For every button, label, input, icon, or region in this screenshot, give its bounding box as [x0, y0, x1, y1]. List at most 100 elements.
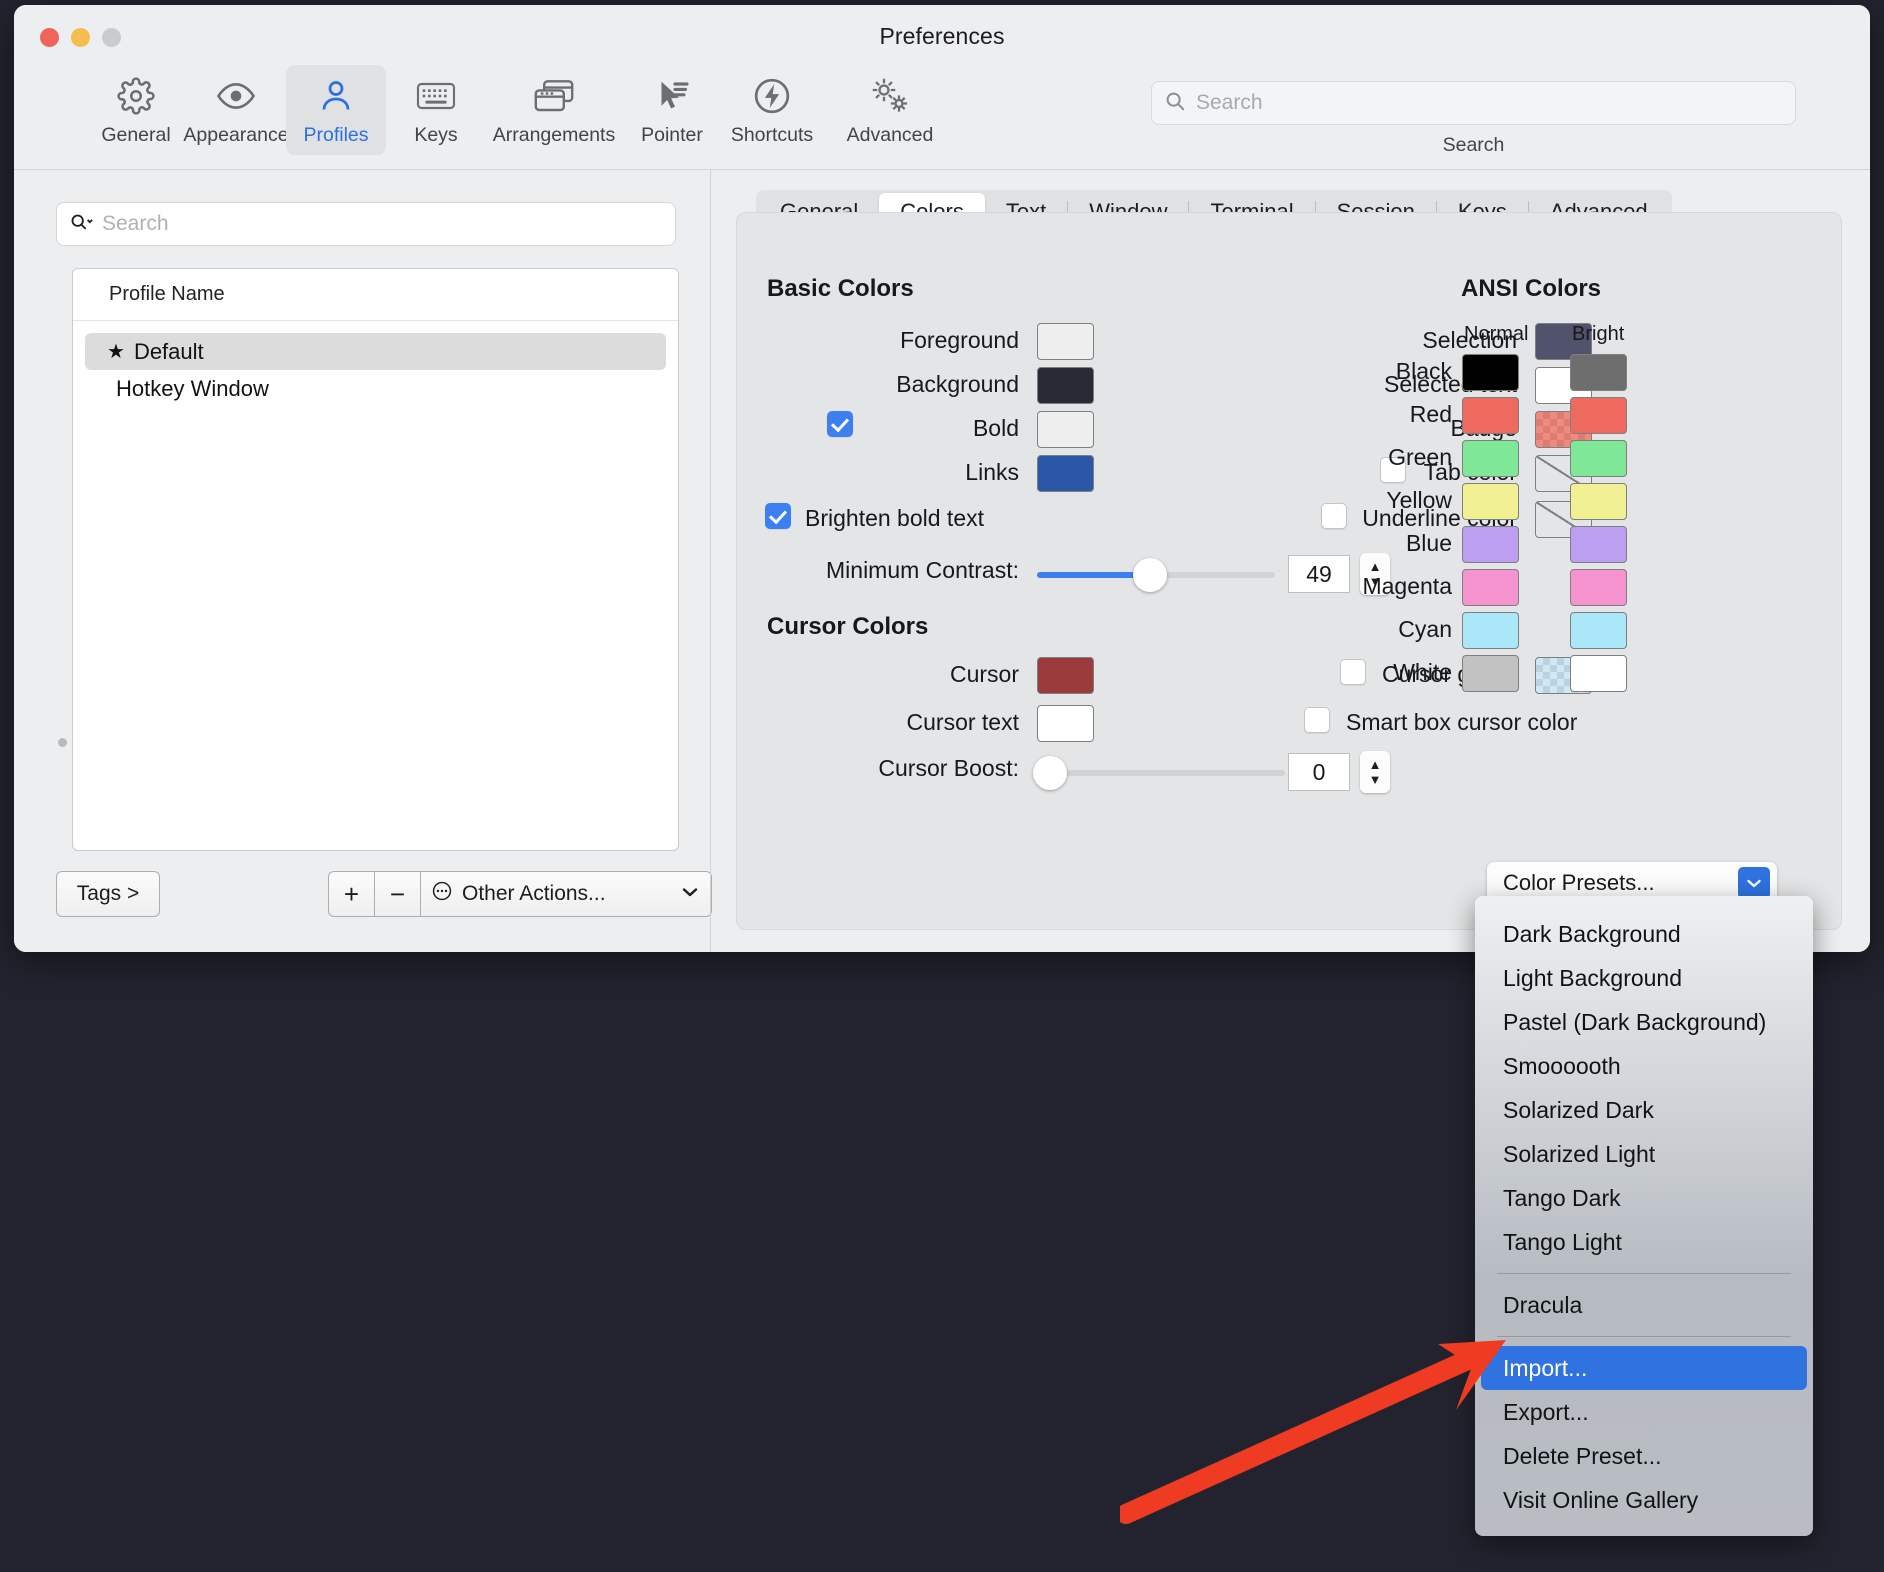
toolbar-search-caption: Search: [1442, 134, 1505, 156]
cursor-boost-label: Cursor Boost:: [878, 755, 1019, 781]
ansi-blue-normal[interactable]: [1462, 526, 1519, 563]
ansi-red-bright[interactable]: [1570, 397, 1627, 434]
sidebar-footer: Tags > + − Other Actions...: [56, 870, 712, 918]
color-presets-label: Color Presets...: [1503, 870, 1655, 895]
ansi-label-magenta: Magenta: [1362, 573, 1452, 599]
toolbar-item-profiles-label: Profiles: [303, 124, 369, 146]
ansi-white-bright[interactable]: [1570, 655, 1627, 692]
menu-separator: [1497, 1273, 1791, 1274]
toolbar-item-arrangements[interactable]: Arrangements: [486, 65, 622, 155]
toolbar-search-box[interactable]: [1151, 81, 1796, 125]
cursor-boost-value[interactable]: 0: [1288, 753, 1350, 791]
minimum-contrast-slider-thumb[interactable]: [1133, 558, 1167, 592]
profile-search-input[interactable]: [102, 212, 663, 236]
menu-item-tango-dark[interactable]: Tango Dark: [1475, 1176, 1813, 1220]
preferences-window: Preferences General Appearance Profiles …: [14, 5, 1870, 952]
toolbar-item-advanced[interactable]: Advanced: [822, 65, 958, 155]
toolbar-item-keys[interactable]: Keys: [386, 65, 486, 155]
keyboard-icon: [416, 75, 456, 117]
eye-icon: [216, 75, 256, 117]
ansi-label-green: Green: [1388, 444, 1452, 470]
other-actions-button[interactable]: Other Actions...: [420, 871, 712, 917]
cursor-boost-slider-thumb[interactable]: [1033, 756, 1067, 790]
ansi-black-normal[interactable]: [1462, 354, 1519, 391]
links-label: Links: [965, 459, 1019, 485]
ansi-magenta-bright[interactable]: [1570, 569, 1627, 606]
menu-item-dark-background[interactable]: Dark Background: [1475, 912, 1813, 956]
toolbar-item-shortcuts-label: Shortcuts: [730, 124, 814, 146]
cursor-boost-slider[interactable]: [1033, 756, 1285, 790]
basic-colors-title: Basic Colors: [767, 275, 914, 302]
annotation-arrow: [1120, 1340, 1506, 1524]
smart-box-cursor-color-checkbox[interactable]: [1304, 707, 1330, 733]
add-profile-button[interactable]: +: [328, 871, 374, 917]
menu-item-pastel-dark-background[interactable]: Pastel (Dark Background): [1475, 1000, 1813, 1044]
profile-settings-pane: General Colors Text Window Terminal Sess…: [714, 170, 1870, 952]
ansi-magenta-normal[interactable]: [1462, 569, 1519, 606]
person-icon: [318, 75, 354, 117]
stepper-up-icon[interactable]: ▲: [1369, 560, 1382, 573]
menu-item-light-background[interactable]: Light Background: [1475, 956, 1813, 1000]
chevron-down-icon[interactable]: [1738, 867, 1770, 899]
ansi-white-normal[interactable]: [1462, 655, 1519, 692]
ansi-green-bright[interactable]: [1570, 440, 1627, 477]
cursor-icon: [654, 75, 690, 117]
screen: Preferences General Appearance Profiles …: [0, 0, 1884, 1572]
tags-button[interactable]: Tags >: [56, 871, 160, 917]
profile-search-box[interactable]: [56, 202, 676, 246]
menu-item-tango-light[interactable]: Tango Light: [1475, 1220, 1813, 1264]
menu-item-solarized-dark[interactable]: Solarized Dark: [1475, 1088, 1813, 1132]
toolbar-item-general-label: General: [101, 124, 171, 146]
search-icon: [1164, 90, 1186, 117]
profile-row-default[interactable]: ★ Default: [85, 333, 666, 370]
sidebar-resize-grip[interactable]: [58, 738, 67, 747]
cursor-text-swatch[interactable]: [1037, 705, 1094, 742]
profile-row-default-label: Default: [133, 338, 204, 364]
ansi-label-blue: Blue: [1405, 530, 1452, 556]
selection-label: Selection: [1422, 327, 1517, 353]
profiles-sidebar: Profile Name ★ Default Hotkey Window Tag…: [14, 170, 714, 952]
ansi-column-normal: Normal: [1464, 323, 1529, 345]
ansi-blue-bright[interactable]: [1570, 526, 1627, 563]
cursor-swatch[interactable]: [1037, 657, 1094, 694]
profile-actions-group: + − Other Actions...: [328, 871, 712, 917]
toolbar-item-appearance-label: Appearance: [183, 124, 289, 146]
menu-item-solarized-light[interactable]: Solarized Light: [1475, 1132, 1813, 1176]
ansi-cyan-bright[interactable]: [1570, 612, 1627, 649]
other-actions-label: Other Actions...: [462, 882, 606, 905]
stepper-down-icon[interactable]: ▼: [1369, 773, 1382, 786]
colors-panel: Basic Colors Foreground Background Bold …: [736, 212, 1842, 930]
menu-item-smoooooth[interactable]: Smoooooth: [1475, 1044, 1813, 1088]
ansi-black-bright[interactable]: [1570, 354, 1627, 391]
cursor-boost-stepper[interactable]: ▲ ▼: [1360, 751, 1390, 793]
ansi-green-normal[interactable]: [1462, 440, 1519, 477]
remove-profile-button[interactable]: −: [374, 871, 420, 917]
ansi-label-yellow: Yellow: [1386, 487, 1452, 513]
ansi-cyan-normal[interactable]: [1462, 612, 1519, 649]
ansi-yellow-bright[interactable]: [1570, 483, 1627, 520]
ansi-yellow-normal[interactable]: [1462, 483, 1519, 520]
ansi-column-bright: Bright: [1572, 323, 1625, 345]
cursor-colors-title: Cursor Colors: [767, 613, 929, 640]
toolbar-item-pointer[interactable]: Pointer: [622, 65, 722, 155]
ansi-colors-title: ANSI Colors: [1461, 275, 1602, 302]
ansi-label-black: Black: [1395, 358, 1452, 384]
toolbar-search-input[interactable]: [1196, 91, 1783, 115]
ansi-label-cyan: Cyan: [1398, 616, 1452, 642]
brighten-bold-text-label: Brighten bold text: [805, 505, 985, 531]
toolbar-item-appearance[interactable]: Appearance: [183, 65, 289, 155]
toolbar-item-general[interactable]: General: [86, 65, 186, 155]
profiles-list: Profile Name ★ Default Hotkey Window: [72, 268, 679, 851]
ansi-label-red: Red: [1409, 401, 1452, 427]
toolbar-item-shortcuts[interactable]: Shortcuts: [722, 65, 822, 155]
title-bar: Preferences: [14, 5, 1870, 65]
minimum-contrast-slider[interactable]: [1037, 558, 1275, 592]
stepper-up-icon[interactable]: ▲: [1369, 758, 1382, 771]
profile-row-hotkey-window[interactable]: Hotkey Window: [85, 370, 666, 407]
gear-icon: [117, 75, 155, 117]
ansi-red-normal[interactable]: [1462, 397, 1519, 434]
brighten-bold-text-checkbox[interactable]: [765, 503, 791, 529]
toolbar-item-profiles[interactable]: Profiles: [286, 65, 386, 155]
toolbar-search-area: Search: [1151, 81, 1796, 157]
minimum-contrast-label: Minimum Contrast:: [826, 557, 1019, 583]
